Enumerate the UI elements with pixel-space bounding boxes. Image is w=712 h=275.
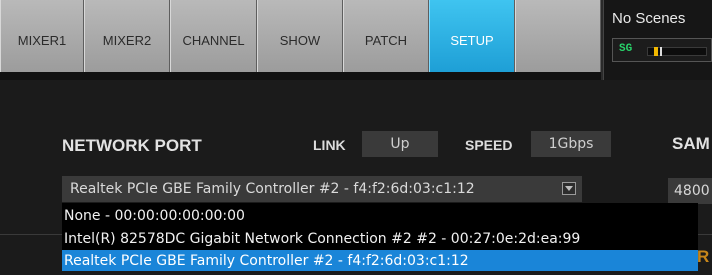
adapter-option-realtek[interactable]: Realtek PCIe GBE Family Controller #2 - …	[62, 250, 698, 271]
meter-level-mark	[654, 47, 658, 56]
tab-bar-shadow	[0, 72, 601, 80]
link-status: Up	[362, 131, 438, 157]
signal-meter	[647, 47, 707, 56]
adapter-option-none[interactable]: None - 00:00:00:00:00:00	[62, 205, 698, 226]
network-port-title: NETWORK PORT	[62, 136, 202, 155]
sample-rate-label: SAM	[672, 134, 710, 153]
tab-setup[interactable]: SETUP	[429, 0, 515, 72]
adapter-option-intel[interactable]: Intel(R) 82578DC Gigabit Network Connect…	[62, 228, 698, 249]
scene-panel[interactable]: No Scenes SG	[603, 0, 712, 80]
adapter-dropdown-list[interactable]: None - 00:00:00:00:00:00 Intel(R) 82578D…	[62, 203, 698, 271]
partial-label: R	[697, 247, 710, 266]
tab-empty	[515, 0, 601, 72]
link-label: LINK	[313, 137, 346, 153]
meter-peak-mark	[660, 47, 662, 56]
selected-adapter-text: Realtek PCIe GBE Family Controller #2 - …	[70, 181, 475, 197]
dropdown-arrow-icon[interactable]	[562, 182, 576, 195]
signal-meter-box: SG	[612, 38, 712, 62]
tab-channel[interactable]: CHANNEL	[170, 0, 257, 72]
tab-patch[interactable]: PATCH	[343, 0, 429, 72]
speed-label: SPEED	[465, 137, 513, 153]
scene-name: No Scenes	[612, 10, 686, 27]
network-adapter-select[interactable]: Realtek PCIe GBE Family Controller #2 - …	[62, 176, 582, 202]
sample-rate-value[interactable]: 4800	[668, 178, 712, 204]
speed-value: 1Gbps	[531, 131, 611, 157]
sg-label: SG	[619, 43, 633, 55]
tab-mixer1[interactable]: MIXER1	[0, 0, 84, 72]
tab-show[interactable]: SHOW	[257, 0, 343, 72]
tab-mixer2[interactable]: MIXER2	[84, 0, 170, 72]
